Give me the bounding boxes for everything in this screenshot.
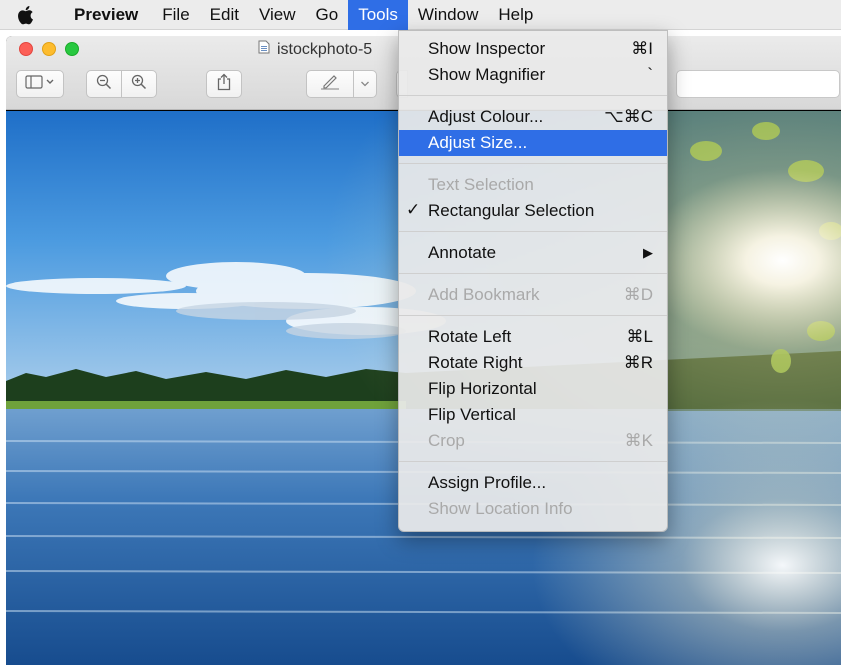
menu-item-flip-horizontal[interactable]: Flip Horizontal [399, 376, 667, 402]
menu-item-label: Adjust Colour... [428, 107, 544, 126]
menu-item-label: Crop [428, 431, 465, 450]
menu-separator [399, 95, 667, 96]
menu-item-shortcut: ` [647, 65, 653, 84]
menu-item-rectangular-selection[interactable]: ✓ Rectangular Selection [399, 198, 667, 224]
menu-item-label: Annotate [428, 243, 497, 262]
menu-item-label: Show Inspector [428, 39, 546, 58]
menu-item-shortcut: ⌘D [623, 285, 653, 304]
zoom-out-button[interactable] [86, 70, 122, 98]
share-button[interactable] [206, 70, 242, 98]
menu-file[interactable]: File [152, 0, 199, 30]
window-controls [19, 42, 79, 56]
checkmark-icon: ✓ [406, 200, 421, 219]
menu-separator [399, 273, 667, 274]
menu-app-name[interactable]: Preview [50, 0, 152, 30]
menu-item-text-selection: Text Selection [399, 172, 667, 198]
menu-item-label: Assign Profile... [428, 473, 547, 492]
menu-separator [399, 163, 667, 164]
document-icon [258, 40, 270, 59]
menu-item-show-location-info: Show Location Info [399, 496, 667, 522]
menu-item-label: Rectangular Selection [428, 201, 595, 220]
menu-separator [399, 231, 667, 232]
zoom-out-icon [96, 74, 112, 95]
menu-item-shortcut: ⌘L [626, 327, 653, 346]
document-title: istockphoto-5 [258, 40, 372, 59]
menu-item-adjust-colour[interactable]: Adjust Colour... ⌥⌘C [399, 104, 667, 130]
markup-menu-button[interactable] [353, 70, 377, 98]
menu-item-rotate-left[interactable]: Rotate Left ⌘L [399, 324, 667, 350]
menu-item-label: Show Magnifier [428, 65, 546, 84]
submenu-arrow-icon: ▶ [643, 245, 653, 260]
menu-item-label: Text Selection [428, 175, 534, 194]
menu-item-shortcut: ⌘K [624, 431, 653, 450]
menu-item-label: Show Location Info [428, 499, 573, 518]
zoom-button[interactable] [65, 42, 79, 56]
menu-go[interactable]: Go [306, 0, 349, 30]
menu-item-crop: Crop ⌘K [399, 428, 667, 454]
menu-item-label: Adjust Size... [428, 133, 528, 152]
menu-item-label: Flip Horizontal [428, 379, 537, 398]
menu-view[interactable]: View [249, 0, 306, 30]
menu-item-show-inspector[interactable]: Show Inspector ⌘I [399, 36, 667, 62]
menu-item-shortcut: ⌘I [631, 39, 653, 58]
tools-menu: Show Inspector ⌘I Show Magnifier ` Adjust Co… [398, 30, 668, 532]
menu-item-shortcut: ⌥⌘C [604, 107, 653, 126]
chevron-down-icon [360, 75, 370, 93]
sidebar-toggle-button[interactable] [16, 70, 64, 98]
menu-help[interactable]: Help [488, 0, 543, 30]
document-title-text: istockphoto-5 [277, 40, 373, 58]
menu-item-flip-vertical[interactable]: Flip Vertical [399, 402, 667, 428]
menu-item-label: Flip Vertical [428, 405, 516, 424]
menu-item-rotate-right[interactable]: Rotate Right ⌘R [399, 350, 667, 376]
pen-icon [319, 74, 341, 95]
close-button[interactable] [19, 42, 33, 56]
menu-item-shortcut: ⌘R [623, 353, 653, 372]
menu-item-show-magnifier[interactable]: Show Magnifier ` [399, 62, 667, 88]
minimize-button[interactable] [42, 42, 56, 56]
menu-item-label: Rotate Right [428, 353, 523, 372]
share-icon [217, 73, 231, 96]
menu-item-label: Rotate Left [428, 327, 512, 346]
menu-tools[interactable]: Tools [348, 0, 408, 30]
menu-bar: Preview File Edit View Go Tools Window H… [0, 0, 841, 30]
zoom-in-icon [131, 74, 147, 95]
menu-edit[interactable]: Edit [200, 0, 249, 30]
sidebar-toggle-icon [25, 74, 55, 94]
menu-item-annotate[interactable]: Annotate ▶ [399, 240, 667, 266]
menu-window[interactable]: Window [408, 0, 488, 30]
search-input[interactable] [676, 70, 840, 98]
zoom-in-button[interactable] [121, 70, 157, 98]
menu-separator [399, 315, 667, 316]
menu-item-assign-profile[interactable]: Assign Profile... [399, 470, 667, 496]
markup-button[interactable] [306, 70, 354, 98]
menu-separator [399, 461, 667, 462]
menu-item-label: Add Bookmark [428, 285, 540, 304]
apple-logo-icon[interactable] [0, 0, 50, 30]
menu-item-add-bookmark: Add Bookmark ⌘D [399, 282, 667, 308]
menu-item-adjust-size[interactable]: Adjust Size... [399, 130, 667, 156]
